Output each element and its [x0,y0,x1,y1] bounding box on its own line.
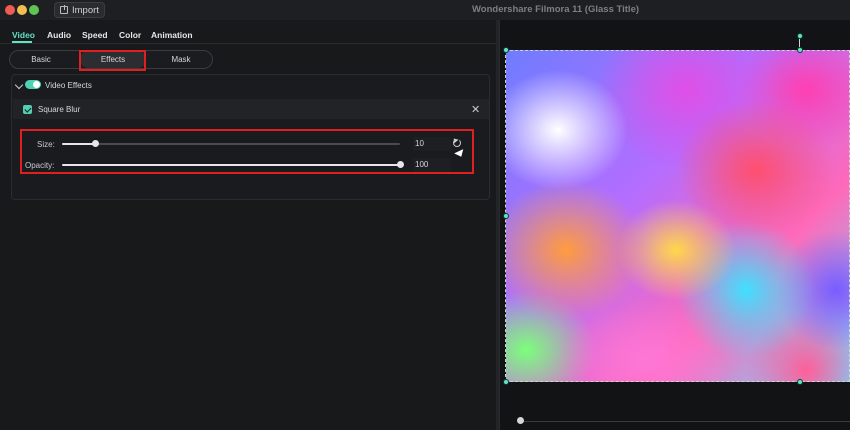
maximize-window-button[interactable] [29,5,39,15]
title-bar: Import Wondershare Filmora 11 (Glass Tit… [0,0,850,20]
subtab-basic[interactable]: Basic [10,51,72,68]
size-slider[interactable] [62,140,400,147]
video-effects-toggle[interactable] [25,80,41,89]
close-icon[interactable]: ✕ [471,103,480,116]
opacity-label: Opacity: [25,161,55,170]
chevron-down-icon[interactable] [14,80,24,90]
import-button[interactable]: Import [54,2,105,18]
opacity-slider-knob[interactable] [396,161,404,168]
square-blur-checkbox[interactable] [23,105,32,114]
tab-speed[interactable]: Speed [82,30,108,40]
tab-animation[interactable]: Animation [151,30,193,40]
params-highlight-box [20,129,474,174]
tab-video[interactable]: Video [12,30,35,40]
app-title: Wondershare Filmora 11 (Glass Title) [472,0,850,20]
resize-handle-middle-left[interactable] [503,213,509,219]
opacity-slider[interactable] [62,161,404,168]
video-effects-header: Video Effects [12,75,489,97]
subtab-mask[interactable]: Mask [150,51,212,68]
opacity-slider-fill [62,164,400,166]
opacity-value-field[interactable]: 100 [413,158,451,172]
app-title-text: Wondershare Filmora 11 (Glass Title) [472,4,640,15]
mouse-cursor-icon [454,149,466,159]
property-panel: Video Audio Speed Color Animation Basic … [0,20,500,430]
selection-box [505,50,850,382]
close-window-button[interactable] [5,5,15,15]
resize-handle-bottom-center[interactable] [797,379,803,385]
tab-audio[interactable]: Audio [47,30,71,40]
import-label: Import [72,5,99,16]
effects-highlight-box [79,50,146,71]
size-slider-fill [62,143,96,145]
minimize-window-button[interactable] [17,5,27,15]
square-blur-label: Square Blur [38,105,81,114]
resize-handle-bottom-left[interactable] [503,379,509,385]
import-icon [60,5,68,14]
playhead-knob[interactable] [517,417,524,424]
resize-handle-top-center[interactable] [797,47,803,53]
reset-icon[interactable] [453,139,461,147]
panel-scrollbar[interactable] [496,20,499,430]
tab-color[interactable]: Color [119,30,141,40]
effect-row-square-blur: Square Blur ✕ [13,99,489,119]
playback-timeline[interactable] [520,421,850,422]
size-label: Size: [37,140,55,149]
video-effects-title: Video Effects [45,81,92,90]
size-value-field[interactable]: 10 [413,137,451,151]
tab-divider [0,43,496,44]
rotate-handle[interactable] [797,33,803,39]
resize-handle-top-left[interactable] [503,47,509,53]
